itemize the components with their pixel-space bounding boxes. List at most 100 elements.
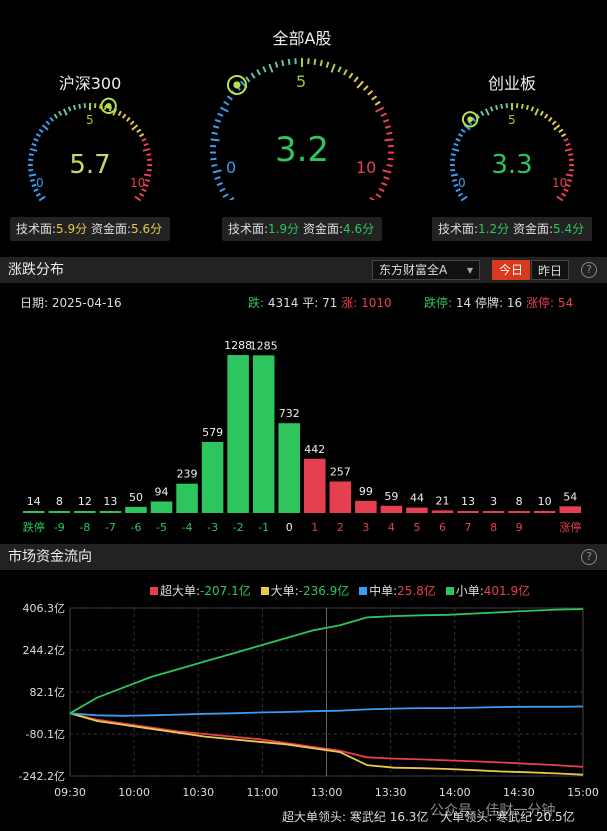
- gauge-mid-hs300: 5: [86, 113, 94, 127]
- yesterday-button[interactable]: 昨日: [531, 260, 569, 280]
- gauge-chinext-tick: [455, 137, 461, 142]
- legend-small: 小单:401.9亿: [445, 582, 530, 599]
- gauge-hs300-tick: [67, 106, 72, 112]
- help-icon[interactable]: ?: [581, 549, 597, 565]
- gauge-min-hs300: 0: [36, 176, 44, 190]
- gauge-all-a-tick: [386, 131, 393, 135]
- gauge-chinext-tick: [548, 116, 553, 122]
- gauge-info-hs300: 技术面:5.9分 资金面:5.6分: [10, 217, 170, 241]
- gauge-all-a-tick: [245, 76, 251, 83]
- gauge-chinext-tick: [563, 137, 569, 142]
- gauge-all-a-tick: [262, 66, 267, 73]
- x-tick-label: 15:00: [567, 786, 599, 799]
- help-icon[interactable]: ?: [581, 262, 597, 278]
- bar-value-label: 8: [516, 495, 523, 508]
- bar-x-label: -3: [207, 521, 218, 534]
- market-source-select[interactable]: 东方财富全A ▾: [372, 260, 480, 280]
- gauge-all-a-tick: [371, 95, 378, 101]
- bar-x-label: 7: [465, 521, 472, 534]
- x-tick-label: 10:00: [118, 786, 150, 799]
- gauge-mid-all-a: 5: [296, 72, 307, 91]
- y-tick-label: 82.1亿: [30, 686, 66, 699]
- gauge-all-a-tick: [226, 95, 233, 101]
- bar: [304, 458, 326, 513]
- gauge-hs300-tick: [136, 128, 142, 134]
- bar-value-label: 13: [461, 495, 475, 508]
- gauge-all-a-tick: [381, 181, 388, 187]
- gauge-chinext-tick: [450, 173, 459, 177]
- bar: [278, 423, 300, 513]
- x-tick-label: 14:00: [439, 786, 471, 799]
- gauge-all-a-tick: [374, 100, 381, 106]
- bar-value-label: 442: [304, 443, 325, 456]
- gauge-all-a-tick: [384, 138, 394, 142]
- gauge-hs300-pointer-dot: [105, 102, 112, 109]
- gauge-chinext-tick: [534, 108, 540, 116]
- gauge-all-a-tick: [380, 112, 387, 117]
- gauge-min-chinext: 0: [458, 176, 466, 190]
- bar-x-label: 跌停: [23, 520, 45, 534]
- bar: [406, 507, 428, 513]
- gauge-hs300-tick: [144, 178, 151, 183]
- gauge-all-a-tick: [212, 125, 220, 129]
- bar-x-label: -6: [130, 521, 141, 534]
- bar-value-label: 54: [563, 490, 577, 503]
- y-tick-label: -80.1亿: [26, 728, 65, 741]
- x-tick-label: 13:00: [311, 786, 343, 799]
- gauge-hs300-tick: [35, 192, 41, 197]
- gauge-all-a-tick: [319, 59, 323, 67]
- bar-value-label: 12: [78, 495, 92, 508]
- y-tick-label: -242.2亿: [19, 770, 65, 783]
- gauge-all-a-tick: [219, 106, 229, 113]
- distribution-bar-chart: 14 8 12 13 50 942395791288128573244225799 59 44…: [23, 339, 581, 534]
- gauge-all-a-tick: [378, 187, 385, 193]
- gauge-hs300-tick: [58, 110, 63, 116]
- bar: [99, 511, 122, 513]
- bar-value-label: 13: [103, 495, 117, 508]
- gauge-chinext-tick: [450, 153, 456, 157]
- gauge-hs300-tick: [141, 137, 147, 142]
- gauge-info-all-a: 技术面:1.9分 资金面:4.6分: [222, 217, 382, 241]
- gauge-hs300-tick: [72, 104, 77, 111]
- gauge-all-a-tick: [214, 176, 221, 180]
- gauge-hs300-tick: [78, 103, 82, 109]
- gauge-chinext-tick: [494, 104, 499, 111]
- bar: [227, 355, 249, 513]
- gauge-all-a-tick: [387, 157, 394, 161]
- gauge-all-a-tick: [383, 176, 390, 180]
- gauge-hs300-tick: [53, 113, 59, 119]
- legend-super-large: 超大单:-207.1亿: [150, 582, 251, 599]
- gauge-chinext-tick: [543, 113, 549, 119]
- bar: [533, 511, 556, 513]
- gauge-hs300-tick: [139, 133, 145, 138]
- gauge-all-a-tick: [369, 196, 376, 200]
- gauge-value-chinext: 3.3: [491, 150, 533, 180]
- bar-x-label: -1: [258, 521, 269, 534]
- gauge-all-a-tick: [250, 72, 256, 79]
- gauge-all-a-tick: [382, 169, 392, 174]
- gauge-hs300-tick: [134, 195, 142, 202]
- gauge-all-a-tick: [214, 118, 222, 123]
- bar: [380, 505, 403, 513]
- today-button[interactable]: 今日: [492, 260, 530, 280]
- gauge-all-a-tick: [256, 69, 261, 76]
- bar-x-label: -7: [105, 521, 116, 534]
- gauge-all-a-tick: [216, 181, 223, 187]
- gauge-hs300-tick: [38, 128, 44, 134]
- bar-value-label: 257: [330, 465, 351, 478]
- gauge-chinext-tick: [480, 110, 485, 116]
- bar: [23, 511, 45, 513]
- bar-value-label: 3: [490, 495, 497, 508]
- gauge-value-all-a: 3.2: [274, 130, 330, 170]
- gauge-chinext-tick: [460, 128, 466, 134]
- bar-value-label: 94: [155, 485, 169, 498]
- legend-large: 大单:-236.9亿: [260, 582, 349, 599]
- distribution-title: 涨跌分布: [8, 262, 64, 278]
- gauge-title-chinext: 创业板: [487, 74, 536, 93]
- gauge-all-a-tick: [382, 118, 390, 123]
- bar-value-label: 14: [27, 495, 41, 508]
- gauge-hs300-tick: [33, 137, 39, 142]
- gauge-all-a-tick: [211, 131, 218, 135]
- watermark: 公众号 · 佳财一分钟: [430, 803, 556, 819]
- bar-value-label: 8: [56, 495, 63, 508]
